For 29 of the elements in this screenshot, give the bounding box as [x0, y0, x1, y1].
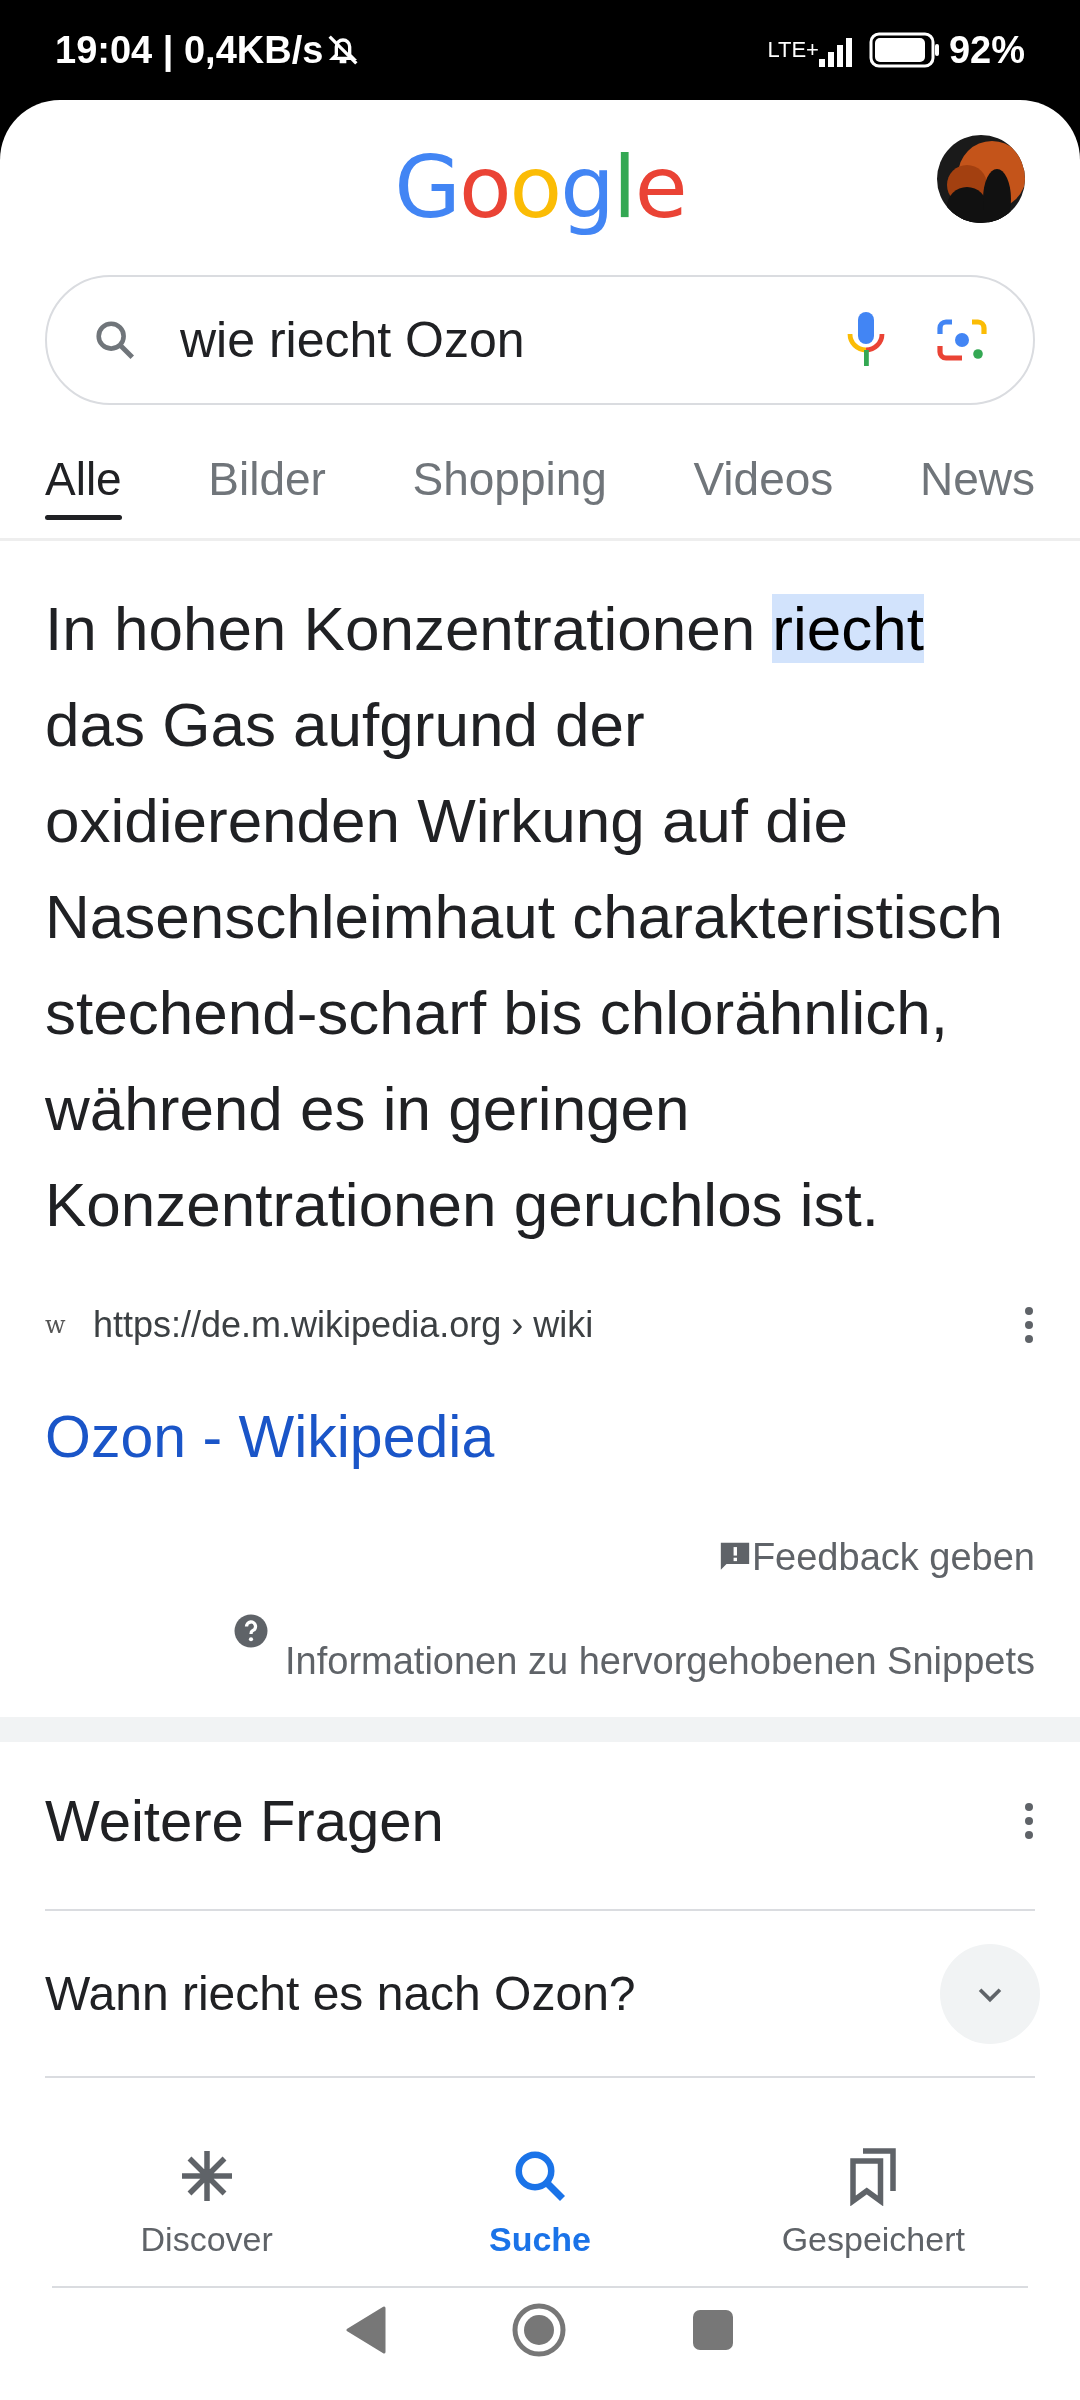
- battery-icon: [868, 32, 941, 68]
- feedback-link[interactable]: Feedback geben: [751, 1509, 1035, 1605]
- favicon-icon: w: [45, 1277, 85, 1373]
- tab[interactable]: Videos: [693, 421, 834, 538]
- snippet-text: In hohen Konzentrationen riecht das Gas aufgrund der oxidierenden Wirkung auf die Nasenschleimhaut charakteristisch stechend-scharf bis chlorähnlich, während es in geringen Konzentrationen geruchlos ist.: [45, 593, 1004, 1241]
- info-link[interactable]: Informationen zu hervorgehobenen Snippets: [285, 1613, 1035, 1709]
- source-url: https://de.m.wikipedia.org › wiki: [93, 1303, 594, 1347]
- nav-tab[interactable]: Suche: [390, 2145, 690, 2266]
- tab[interactable]: Alle: [45, 421, 122, 538]
- result-title-link[interactable]: Ozon - Wikipedia: [45, 1389, 495, 1485]
- nav-tab[interactable]: Gespeichert: [723, 2145, 1024, 2266]
- more-icon[interactable]: [1023, 1305, 1035, 1345]
- back-icon[interactable]: [346, 2306, 386, 2354]
- tab[interactable]: Bilder: [208, 421, 326, 538]
- tab[interactable]: News: [919, 421, 1035, 538]
- network-type: LTE+: [767, 36, 819, 64]
- question-text[interactable]: Wann riecht es nach Ozon?: [45, 1957, 636, 2030]
- more-icon[interactable]: [1023, 1800, 1035, 1841]
- google-logo: Google: [394, 136, 686, 239]
- search-field[interactable]: wie riecht Ozon: [178, 301, 820, 379]
- nav-tab[interactable]: Discover: [56, 2145, 357, 2266]
- recents-icon[interactable]: [692, 2309, 734, 2351]
- home-icon[interactable]: [511, 2302, 567, 2358]
- status-time: 19:04 | 0,4KB/s: [55, 27, 324, 74]
- battery-percent: 92%: [948, 27, 1025, 73]
- section-heading: Weitere Fragen: [45, 1787, 444, 1855]
- search-bar[interactable]: wie riecht Ozon: [45, 275, 1035, 405]
- help-icon[interactable]: [233, 1613, 270, 1649]
- tab[interactable]: Shopping: [412, 421, 607, 538]
